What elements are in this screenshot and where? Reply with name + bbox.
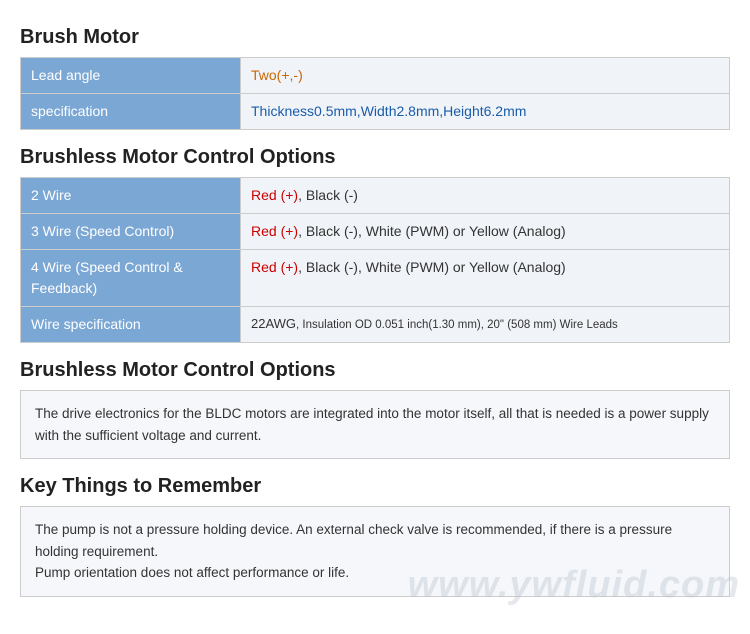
- table-row: Lead angle Two(+,-): [21, 58, 730, 94]
- brush-motor-title: Brush Motor: [20, 26, 730, 49]
- brushless-options-table-1: 2 Wire Red (+), Black (-) 3 Wire (Speed …: [20, 177, 730, 343]
- key-things-box: The pump is not a pressure holding devic…: [20, 506, 730, 597]
- brush-motor-table: Lead angle Two(+,-) specification Thickn…: [20, 57, 730, 130]
- table-row: 2 Wire Red (+), Black (-): [21, 178, 730, 214]
- label-cell-4wire: 4 Wire (Speed Control & Feedback): [21, 250, 241, 307]
- value-cell: Two(+,-): [241, 58, 730, 94]
- key-things-line2: Pump orientation does not affect perform…: [35, 565, 349, 580]
- wirespec-detail: , Insulation OD 0.051 inch(1.30 mm), 20"…: [296, 319, 618, 331]
- label-cell-wirespec: Wire specification: [21, 307, 241, 343]
- white-text-3: , White (PWM) or Yellow (Analog): [358, 223, 566, 239]
- value-cell-3wire: Red (+), Black (-), White (PWM) or Yello…: [241, 214, 730, 250]
- brushless-desc-text: The drive electronics for the BLDC motor…: [35, 406, 709, 443]
- red-text-4: Red (+): [251, 259, 298, 275]
- white-text-4: , White (PWM) or Yellow (Analog): [358, 259, 566, 275]
- awg-text: 22AWG: [251, 316, 296, 331]
- table-row: specification Thickness0.5mm,Width2.8mm,…: [21, 94, 730, 130]
- label-cell-2wire: 2 Wire: [21, 178, 241, 214]
- specification-value: Thickness0.5mm,Width2.8mm,Height6.2mm: [251, 103, 526, 119]
- comma-text: ,: [298, 187, 306, 203]
- red-text-3: Red (+): [251, 223, 298, 239]
- value-cell-4wire: Red (+), Black (-), White (PWM) or Yello…: [241, 250, 730, 307]
- black-text-4: Black (-): [306, 259, 358, 275]
- label-cell: Lead angle: [21, 58, 241, 94]
- value-cell-wirespec: 22AWG, Insulation OD 0.051 inch(1.30 mm)…: [241, 307, 730, 343]
- table-row: 4 Wire (Speed Control & Feedback) Red (+…: [21, 250, 730, 307]
- red-text: Red (+): [251, 187, 298, 203]
- black-text: Black (-): [306, 187, 358, 203]
- lead-angle-value: Two(+,-): [251, 67, 303, 83]
- value-cell-2wire: Red (+), Black (-): [241, 178, 730, 214]
- comma-4: ,: [298, 259, 306, 275]
- table-row: Wire specification 22AWG, Insulation OD …: [21, 307, 730, 343]
- key-things-line1: The pump is not a pressure holding devic…: [35, 522, 672, 559]
- table-row: 3 Wire (Speed Control) Red (+), Black (-…: [21, 214, 730, 250]
- comma-3: ,: [298, 223, 306, 239]
- label-cell-3wire: 3 Wire (Speed Control): [21, 214, 241, 250]
- key-things-title: Key Things to Remember: [20, 475, 730, 498]
- black-text-3: Black (-): [306, 223, 358, 239]
- value-cell: Thickness0.5mm,Width2.8mm,Height6.2mm: [241, 94, 730, 130]
- brushless-description: The drive electronics for the BLDC motor…: [20, 390, 730, 459]
- brushless-options-1-title: Brushless Motor Control Options: [20, 146, 730, 169]
- brushless-options-2-title: Brushless Motor Control Options: [20, 359, 730, 382]
- label-cell: specification: [21, 94, 241, 130]
